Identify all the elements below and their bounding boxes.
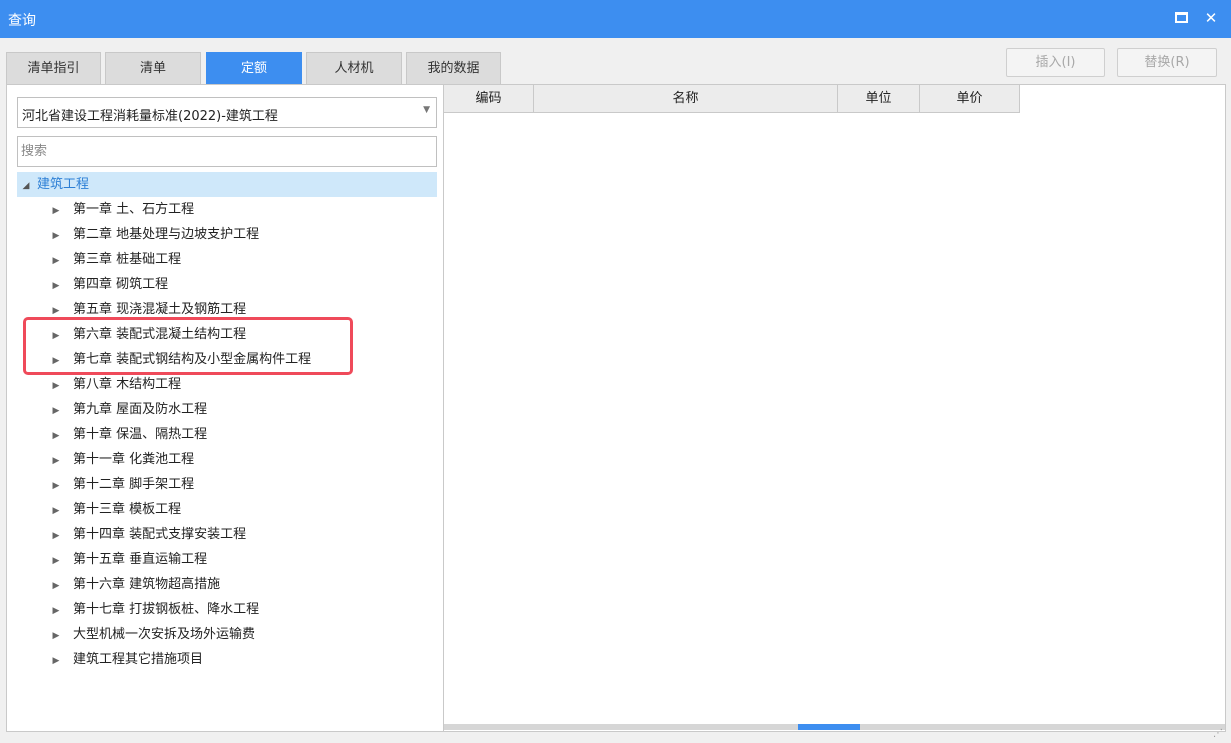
tree-node[interactable]: ▶ 第一章 土、石方工程 [47, 197, 437, 222]
insert-button[interactable]: 插入(I) [1006, 48, 1105, 77]
tab-labor-materials[interactable]: 人材机 [306, 52, 402, 84]
tab-bill[interactable]: 清单 [105, 52, 201, 84]
expand-icon[interactable]: ▶ [47, 374, 65, 399]
tab-bill-guide[interactable]: 清单指引 [6, 52, 101, 84]
tree-node[interactable]: ▶ 第三章 桩基础工程 [47, 247, 437, 272]
tree-node[interactable]: ▶ 建筑工程其它措施项目 [47, 647, 437, 672]
tree-node[interactable]: ▶ 第四章 砌筑工程 [47, 272, 437, 297]
maximize-icon[interactable] [1172, 9, 1190, 27]
standard-select[interactable]: 河北省建设工程消耗量标准(2022)-建筑工程 ▼ [17, 97, 437, 128]
expand-icon[interactable]: ▶ [47, 574, 65, 599]
tree-root-node[interactable]: ◢ 建筑工程 [17, 172, 437, 197]
results-table: 编码 名称 单位 单价 [444, 84, 1226, 732]
tree-node[interactable]: ▶ 第十五章 垂直运输工程 [47, 547, 437, 572]
expand-icon[interactable]: ▶ [47, 449, 65, 474]
horizontal-scrollbar[interactable] [444, 724, 1225, 730]
expand-icon[interactable]: ▶ [47, 249, 65, 274]
expand-icon[interactable]: ▶ [47, 599, 65, 624]
expand-icon[interactable]: ▶ [47, 524, 65, 549]
standard-select-value: 河北省建设工程消耗量标准(2022)-建筑工程 [22, 109, 278, 124]
scrollbar-thumb[interactable] [798, 724, 860, 730]
expand-icon[interactable]: ▶ [47, 399, 65, 424]
close-icon[interactable]: ✕ [1202, 9, 1220, 27]
collapse-icon[interactable]: ◢ [17, 174, 35, 199]
expand-icon[interactable]: ▶ [47, 274, 65, 299]
tree-node[interactable]: ▶ 大型机械一次安拆及场外运输费 [47, 622, 437, 647]
tab-quota[interactable]: 定额 [206, 52, 302, 84]
tree-node[interactable]: ▶ 第十章 保温、隔热工程 [47, 422, 437, 447]
tab-my-data[interactable]: 我的数据 [406, 52, 501, 84]
expand-icon[interactable]: ▶ [47, 474, 65, 499]
expand-icon[interactable]: ▶ [47, 624, 65, 649]
window-title: 查询 [8, 13, 36, 29]
title-bar: 查询 ✕ [0, 0, 1231, 38]
tree-node[interactable]: ▶ 第二章 地基处理与边坡支护工程 [47, 222, 437, 247]
tree-node[interactable]: ▶ 第八章 木结构工程 [47, 372, 437, 397]
tree-node[interactable]: ▶ 第十一章 化粪池工程 [47, 447, 437, 472]
expand-icon[interactable]: ▶ [47, 549, 65, 574]
expand-icon[interactable]: ▶ [47, 424, 65, 449]
expand-icon[interactable]: ▶ [47, 199, 65, 224]
replace-button[interactable]: 替换(R) [1117, 48, 1217, 77]
column-header-name[interactable]: 名称 [534, 85, 838, 113]
tree-node[interactable]: ▶ 第十二章 脚手架工程 [47, 472, 437, 497]
expand-icon[interactable]: ▶ [47, 499, 65, 524]
highlight-box [23, 317, 353, 375]
resize-grip-icon[interactable]: ⋰ [1213, 728, 1223, 739]
expand-icon[interactable]: ▶ [47, 649, 65, 674]
chevron-down-icon: ▼ [423, 105, 430, 115]
left-panel: 河北省建设工程消耗量标准(2022)-建筑工程 ▼ ◢建筑工程 ▶第一章 土、石… [6, 84, 444, 732]
tree-node[interactable]: ▶ 第十四章 装配式支撑安装工程 [47, 522, 437, 547]
expand-icon[interactable]: ▶ [47, 224, 65, 249]
column-header-price[interactable]: 单价 [920, 85, 1020, 113]
tree-node[interactable]: ▶ 第十七章 打拔钢板桩、降水工程 [47, 597, 437, 622]
tree-node[interactable]: ▶ 第九章 屋面及防水工程 [47, 397, 437, 422]
tree-node[interactable]: ▶ 第十六章 建筑物超高措施 [47, 572, 437, 597]
search-input[interactable] [17, 136, 437, 167]
column-header-unit[interactable]: 单位 [838, 85, 920, 113]
tree-node[interactable]: ▶ 第十三章 模板工程 [47, 497, 437, 522]
column-header-code[interactable]: 编码 [444, 85, 534, 113]
